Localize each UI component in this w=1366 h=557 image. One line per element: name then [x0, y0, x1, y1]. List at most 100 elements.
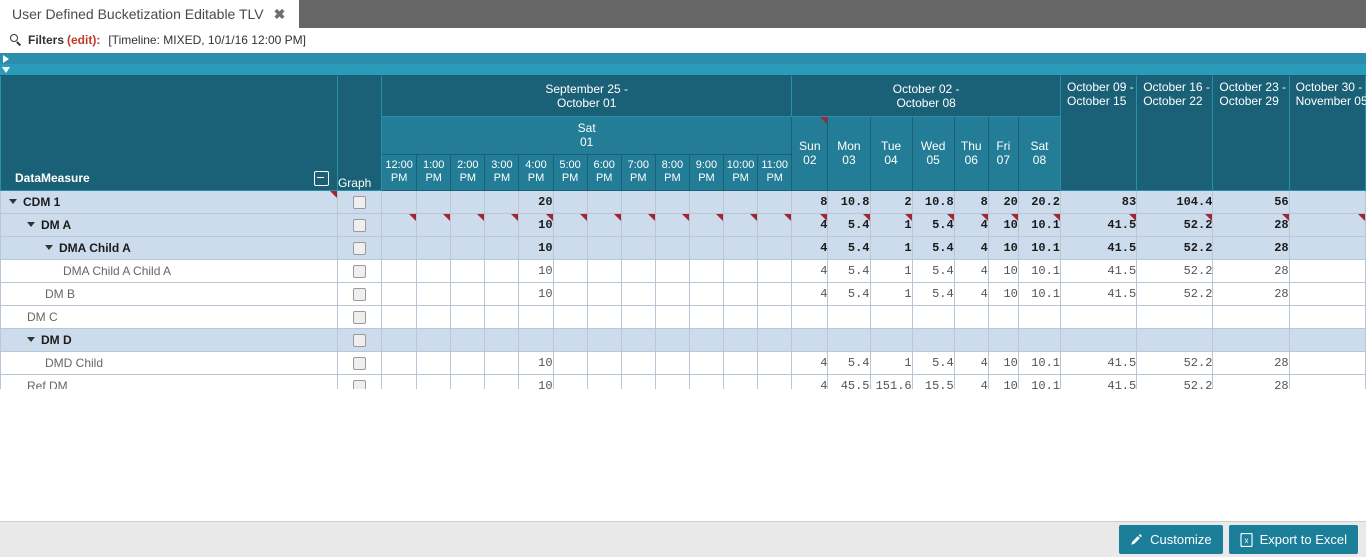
close-icon[interactable]: ✖ — [274, 7, 286, 21]
hour-header-1100pm[interactable]: 11:00 PM — [757, 153, 793, 191]
week-cell[interactable] — [1136, 327, 1214, 352]
day-cell[interactable]: 4 — [791, 235, 829, 260]
hour-cell[interactable] — [757, 281, 793, 306]
graph-checkbox[interactable] — [353, 195, 367, 209]
day-cell[interactable]: 5.4 — [911, 281, 955, 306]
day-cell[interactable] — [827, 327, 871, 352]
hour-cell[interactable] — [723, 327, 759, 352]
day-cell[interactable] — [1017, 304, 1062, 329]
week-cell[interactable]: 41.5 — [1059, 212, 1138, 237]
hour-cell[interactable] — [484, 304, 520, 329]
week-column-header[interactable]: October 16 - October 22 — [1136, 76, 1214, 191]
hour-cell[interactable] — [484, 281, 520, 306]
day-cell[interactable]: 8 — [791, 189, 829, 214]
hour-cell[interactable] — [688, 327, 725, 352]
day-cell[interactable]: 2 — [869, 189, 913, 214]
day-cell[interactable]: 10 — [987, 212, 1019, 237]
triangle-right-icon[interactable] — [3, 55, 9, 63]
hour-header-500pm[interactable]: 5:00 PM — [552, 153, 588, 191]
hour-cell[interactable] — [484, 212, 520, 237]
hour-cell[interactable] — [586, 304, 622, 329]
hour-cell[interactable] — [381, 258, 418, 283]
week-cell[interactable]: 28 — [1212, 258, 1290, 283]
day-cell[interactable]: 4 — [953, 281, 989, 306]
hour-cell[interactable] — [552, 304, 588, 329]
week-cell[interactable] — [1288, 304, 1366, 329]
day-cell[interactable]: 10.1 — [1017, 235, 1062, 260]
day-header-sat-08[interactable]: Sat 08 — [1017, 115, 1062, 191]
hour-cell[interactable] — [654, 235, 690, 260]
export-to-excel-button[interactable]: x Export to Excel — [1228, 525, 1358, 554]
table-row[interactable]: DM C — [0, 304, 1366, 329]
hour-cell[interactable] — [416, 281, 452, 306]
hour-cell[interactable] — [552, 258, 588, 283]
day-cell[interactable]: 1 — [869, 235, 913, 260]
hour-cell[interactable] — [654, 212, 690, 237]
day-cell[interactable]: 10.1 — [1017, 281, 1062, 306]
week-cell[interactable] — [1288, 212, 1366, 237]
hour-cell[interactable] — [450, 281, 486, 306]
hour-cell[interactable] — [620, 235, 656, 260]
hour-cell[interactable] — [450, 258, 486, 283]
day-cell[interactable]: 1 — [869, 258, 913, 283]
hour-header-400pm[interactable]: 4:00 PM — [518, 153, 554, 191]
hour-cell[interactable] — [381, 304, 418, 329]
day-cell[interactable] — [953, 304, 989, 329]
hour-header-100pm[interactable]: 1:00 PM — [416, 153, 452, 191]
hour-cell[interactable] — [416, 350, 452, 375]
hour-cell[interactable] — [416, 212, 452, 237]
table-row[interactable]: DM D — [0, 327, 1366, 352]
row-label-cell[interactable]: DM A — [0, 212, 338, 237]
hour-cell[interactable] — [450, 235, 486, 260]
chevron-down-icon[interactable] — [27, 222, 35, 227]
hour-cell[interactable] — [416, 304, 452, 329]
hour-cell[interactable] — [381, 327, 418, 352]
day-cell[interactable]: 1 — [869, 350, 913, 375]
hour-cell[interactable] — [586, 281, 622, 306]
hour-cell[interactable] — [586, 350, 622, 375]
week-cell[interactable]: 52.2 — [1136, 281, 1214, 306]
hour-cell[interactable] — [552, 212, 588, 237]
week-cell[interactable]: 104.4 — [1136, 189, 1214, 214]
hour-cell[interactable] — [552, 281, 588, 306]
row-label-cell[interactable]: DM B — [0, 281, 338, 306]
week-cell[interactable]: 41.5 — [1059, 235, 1138, 260]
day-cell[interactable]: 4 — [953, 258, 989, 283]
day-cell[interactable] — [869, 304, 913, 329]
day-cell[interactable]: 5.4 — [827, 350, 871, 375]
day-header-sat-01[interactable]: Sat 01 — [381, 115, 793, 155]
graph-checkbox[interactable] — [353, 356, 367, 370]
customize-button[interactable]: Customize — [1119, 525, 1223, 554]
hour-cell[interactable] — [757, 350, 793, 375]
hour-cell[interactable] — [552, 350, 588, 375]
hour-cell[interactable] — [484, 327, 520, 352]
day-cell[interactable]: 5.4 — [911, 350, 955, 375]
week-cell[interactable]: 41.5 — [1059, 281, 1138, 306]
hour-header-600pm[interactable]: 6:00 PM — [586, 153, 622, 191]
graph-checkbox[interactable] — [353, 218, 367, 232]
hour-cell[interactable] — [757, 189, 793, 214]
row-label-cell[interactable]: DMD Child — [0, 350, 338, 375]
week-column-header[interactable]: October 09 - October 15 — [1059, 76, 1138, 191]
day-cell[interactable]: 5.4 — [911, 258, 955, 283]
graph-checkbox-cell[interactable] — [336, 212, 383, 237]
hour-cell[interactable] — [552, 235, 588, 260]
hour-cell[interactable]: 10 — [518, 258, 554, 283]
hour-cell[interactable] — [484, 235, 520, 260]
filters-edit-link[interactable]: (edit): — [67, 33, 100, 47]
hour-cell[interactable] — [723, 258, 759, 283]
day-cell[interactable]: 10 — [987, 235, 1019, 260]
day-cell[interactable] — [911, 327, 955, 352]
hour-cell[interactable] — [586, 189, 622, 214]
day-cell[interactable]: 5.4 — [827, 258, 871, 283]
day-cell[interactable]: 1 — [869, 212, 913, 237]
hour-cell[interactable] — [654, 304, 690, 329]
graph-checkbox-cell[interactable] — [336, 327, 383, 352]
day-cell[interactable]: 10 — [987, 258, 1019, 283]
hour-cell[interactable] — [586, 327, 622, 352]
week-cell[interactable] — [1212, 304, 1290, 329]
hour-cell[interactable] — [381, 235, 418, 260]
minus-box-icon[interactable] — [313, 170, 329, 186]
day-cell[interactable]: 5.4 — [827, 281, 871, 306]
week-cell[interactable]: 83 — [1059, 189, 1138, 214]
